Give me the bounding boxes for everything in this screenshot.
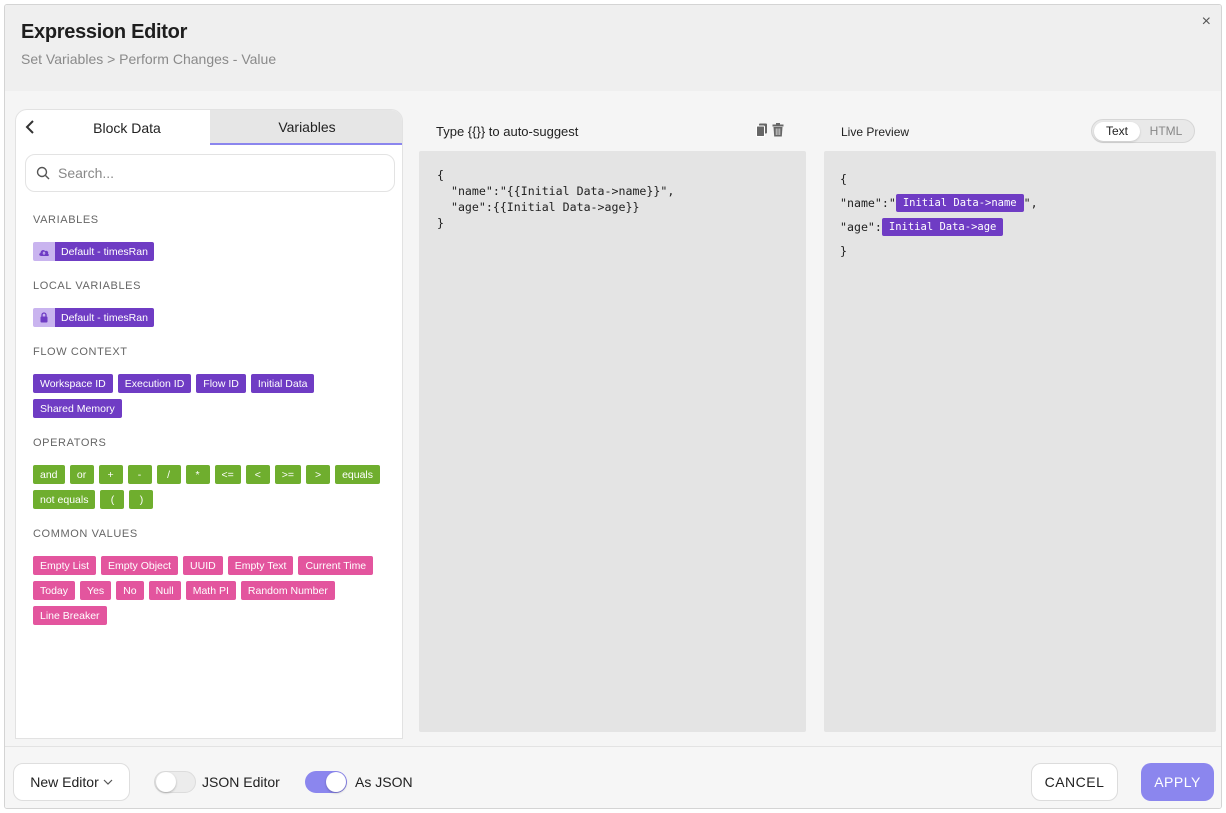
search-input[interactable] bbox=[58, 165, 358, 181]
flow-context-chip[interactable]: Initial Data bbox=[250, 374, 315, 393]
operator-chip[interactable]: equals bbox=[335, 465, 381, 484]
modal-body: Block Data Variables VARIABLES Default -… bbox=[5, 91, 1221, 746]
operator-chip[interactable]: - bbox=[127, 465, 152, 484]
section-label-flow-context: FLOW CONTEXT bbox=[33, 346, 128, 358]
operator-chip[interactable]: <= bbox=[214, 465, 241, 484]
common-value-chip[interactable]: Current Time bbox=[298, 556, 374, 575]
common-value-chip[interactable]: Null bbox=[148, 581, 181, 600]
preview-line-close: } bbox=[840, 244, 847, 258]
left-panel: Block Data Variables VARIABLES Default -… bbox=[15, 109, 403, 739]
modal-footer: New Editor JSON Editor As JSON CANCEL AP… bbox=[5, 746, 1221, 808]
common-value-chip[interactable]: Random Number bbox=[240, 581, 335, 600]
common-value-chip[interactable]: Empty Text bbox=[227, 556, 294, 575]
operators-list: and or + - / * <= < >= > equals not equa… bbox=[33, 465, 393, 509]
expression-editor-modal: Expression Editor Set Variables > Perfor… bbox=[4, 4, 1222, 809]
new-editor-label: New Editor bbox=[30, 774, 99, 790]
operator-chip[interactable]: > bbox=[306, 465, 331, 484]
variable-chip-label: Default - timesRan bbox=[55, 242, 154, 261]
operator-chip[interactable]: < bbox=[245, 465, 270, 484]
common-values-list: Empty List Empty Object UUID Empty Text … bbox=[33, 556, 393, 625]
variables-list: Default - timesRan bbox=[33, 242, 393, 261]
operator-chip[interactable]: >= bbox=[274, 465, 302, 484]
flow-context-list: Workspace ID Execution ID Flow ID Initia… bbox=[33, 374, 393, 418]
preview-line-name: "name":" Initial Data->name ", bbox=[840, 191, 1200, 215]
expression-code-editor[interactable]: { "name":"{{Initial Data->name}}", "age"… bbox=[419, 151, 806, 732]
modal-header: Expression Editor Set Variables > Perfor… bbox=[5, 5, 1221, 91]
local-variable-chip[interactable]: Default - timesRan bbox=[33, 308, 154, 327]
json-editor-label: JSON Editor bbox=[202, 774, 280, 790]
operator-chip[interactable]: or bbox=[69, 465, 94, 484]
cloud-icon bbox=[33, 242, 55, 261]
flow-context-chip[interactable]: Flow ID bbox=[196, 374, 246, 393]
breadcrumb: Set Variables > Perform Changes - Value bbox=[21, 51, 277, 67]
preview-line-age: "age": Initial Data->age bbox=[840, 215, 1200, 239]
search-icon bbox=[36, 166, 50, 180]
section-label-common-values: COMMON VALUES bbox=[33, 528, 138, 540]
as-json-toggle[interactable] bbox=[305, 771, 347, 793]
panel-tabs: Block Data Variables bbox=[16, 110, 402, 145]
toggle-knob bbox=[326, 772, 346, 792]
preview-mode-html[interactable]: HTML bbox=[1140, 122, 1192, 141]
flow-context-chip[interactable]: Execution ID bbox=[117, 374, 192, 393]
copy-icon[interactable] bbox=[756, 123, 768, 137]
common-value-chip[interactable]: Today bbox=[33, 581, 76, 600]
operator-chip[interactable]: + bbox=[98, 465, 123, 484]
flow-context-chip[interactable]: Workspace ID bbox=[33, 374, 113, 393]
common-value-chip[interactable]: UUID bbox=[183, 556, 223, 575]
operator-chip[interactable]: ( bbox=[100, 490, 125, 509]
back-chevron-icon[interactable] bbox=[16, 110, 44, 144]
tab-variables[interactable]: Variables bbox=[210, 110, 402, 145]
preview-name-suffix: ", bbox=[1023, 196, 1038, 210]
trash-icon[interactable] bbox=[772, 123, 784, 137]
editor-hint: Type {{}} to auto-suggest bbox=[436, 124, 579, 139]
modal-title: Expression Editor bbox=[21, 21, 188, 43]
common-value-chip[interactable]: Math PI bbox=[185, 581, 236, 600]
common-value-chip[interactable]: Empty Object bbox=[101, 556, 179, 575]
apply-button[interactable]: APPLY bbox=[1141, 763, 1214, 801]
preview-age-tag: Initial Data->age bbox=[881, 218, 1004, 236]
operator-chip[interactable]: and bbox=[33, 465, 65, 484]
section-label-local-variables: LOCAL VARIABLES bbox=[33, 280, 142, 292]
section-label-operators: OPERATORS bbox=[33, 437, 107, 449]
common-value-chip[interactable]: Line Breaker bbox=[33, 606, 107, 625]
toggle-knob bbox=[156, 772, 176, 792]
flow-context-chip[interactable]: Shared Memory bbox=[33, 399, 122, 418]
tab-block-data[interactable]: Block Data bbox=[44, 110, 210, 145]
close-icon[interactable]: × bbox=[1202, 13, 1211, 31]
as-json-label: As JSON bbox=[355, 774, 413, 790]
local-variables-list: Default - timesRan bbox=[33, 308, 393, 327]
operator-chip[interactable]: ) bbox=[129, 490, 154, 509]
operator-chip[interactable]: * bbox=[185, 465, 210, 484]
chevron-down-icon bbox=[103, 779, 113, 785]
new-editor-dropdown[interactable]: New Editor bbox=[13, 763, 130, 801]
common-value-chip[interactable]: No bbox=[116, 581, 144, 600]
variable-chip[interactable]: Default - timesRan bbox=[33, 242, 154, 261]
common-value-chip[interactable]: Empty List bbox=[33, 556, 97, 575]
search-box[interactable] bbox=[25, 154, 395, 192]
live-preview-label: Live Preview bbox=[841, 125, 910, 139]
operator-chip[interactable]: / bbox=[156, 465, 181, 484]
editor-tools bbox=[756, 123, 784, 137]
section-label-variables: VARIABLES bbox=[33, 214, 99, 226]
cancel-button[interactable]: CANCEL bbox=[1031, 763, 1118, 801]
preview-mode-toggle: Text HTML bbox=[1091, 119, 1195, 143]
preview-age-key: "age": bbox=[840, 220, 882, 234]
common-value-chip[interactable]: Yes bbox=[80, 581, 112, 600]
local-variable-chip-label: Default - timesRan bbox=[55, 308, 154, 327]
preview-line-open: { bbox=[840, 172, 847, 186]
json-editor-toggle[interactable] bbox=[154, 771, 196, 793]
live-preview-area: { "name":" Initial Data->name ", "age": Ini… bbox=[824, 151, 1216, 732]
operator-chip[interactable]: not equals bbox=[33, 490, 96, 509]
preview-mode-text[interactable]: Text bbox=[1094, 121, 1140, 141]
preview-name-tag: Initial Data->name bbox=[895, 194, 1024, 212]
preview-name-key: "name":" bbox=[840, 196, 896, 210]
lock-icon bbox=[33, 308, 55, 327]
